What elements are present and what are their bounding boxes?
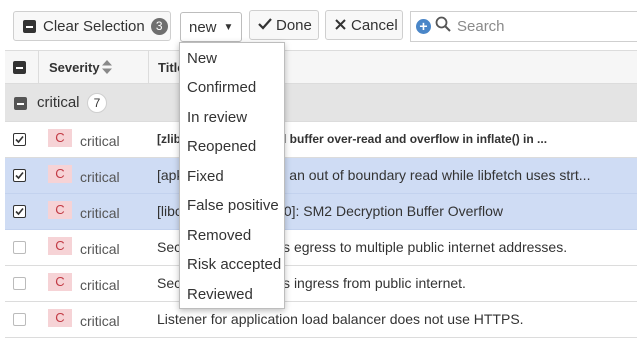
table-row[interactable]: C critical Security group allows egress … bbox=[5, 230, 637, 266]
table-row[interactable]: C critical [apk-tools 2.12.7-r0]: an out… bbox=[5, 158, 637, 194]
row-checkbox[interactable] bbox=[13, 277, 26, 290]
close-icon bbox=[335, 17, 346, 34]
collapse-group-icon[interactable] bbox=[14, 97, 27, 110]
column-divider bbox=[148, 51, 149, 83]
severity-badge: C bbox=[48, 237, 72, 255]
table-row[interactable]: C critical [libcrypto1.1 1.1.1k-r0]: SM2… bbox=[5, 194, 637, 230]
column-header-severity[interactable]: Severity bbox=[49, 60, 100, 75]
table-header-row: Severity Title bbox=[5, 50, 637, 84]
dropdown-option-new[interactable]: New bbox=[187, 50, 217, 67]
row-checkbox[interactable] bbox=[13, 241, 26, 254]
severity-text: critical bbox=[80, 277, 120, 293]
row-checkbox[interactable] bbox=[13, 169, 26, 182]
caret-down-icon: ▼ bbox=[223, 21, 234, 33]
severity-text: critical bbox=[80, 313, 120, 329]
minus-square-icon bbox=[13, 61, 26, 74]
table-row[interactable]: C critical [zlib]: zlib: heap-based buff… bbox=[5, 122, 637, 158]
search-field[interactable]: + bbox=[410, 11, 637, 42]
clear-selection-button[interactable]: Clear Selection 3 bbox=[13, 11, 171, 41]
selection-count-badge: 3 bbox=[150, 17, 168, 35]
severity-badge: C bbox=[48, 129, 72, 147]
severity-badge: C bbox=[48, 309, 72, 327]
sort-icon[interactable] bbox=[102, 60, 112, 79]
minus-square-icon bbox=[23, 19, 36, 33]
row-title[interactable]: Listener for application load balancer d… bbox=[157, 311, 629, 327]
clear-selection-label: Clear Selection bbox=[43, 17, 145, 35]
status-dropdown-menu: New Confirmed In review Reopened Fixed F… bbox=[179, 42, 285, 309]
cancel-label: Cancel bbox=[351, 16, 398, 34]
severity-badge: C bbox=[48, 273, 72, 291]
severity-badge: C bbox=[48, 201, 72, 219]
search-input[interactable] bbox=[455, 17, 629, 36]
severity-text: critical bbox=[80, 169, 120, 185]
row-checkbox[interactable] bbox=[13, 205, 26, 218]
group-row-critical[interactable]: critical 7 bbox=[5, 84, 637, 122]
dropdown-option-fixed[interactable]: Fixed bbox=[187, 168, 224, 185]
dropdown-option-confirmed[interactable]: Confirmed bbox=[187, 79, 256, 96]
group-count-badge: 7 bbox=[87, 93, 107, 113]
table-row[interactable]: C critical Listener for application load… bbox=[5, 302, 637, 338]
dropdown-option-risk-accepted[interactable]: Risk accepted bbox=[187, 256, 281, 273]
group-label: critical bbox=[37, 94, 80, 111]
row-checkbox[interactable] bbox=[13, 313, 26, 326]
add-filter-icon[interactable]: + bbox=[416, 19, 431, 34]
dropdown-option-reviewed[interactable]: Reviewed bbox=[187, 286, 253, 303]
column-divider bbox=[38, 51, 39, 83]
dropdown-option-in-review[interactable]: In review bbox=[187, 109, 247, 126]
dropdown-option-removed[interactable]: Removed bbox=[187, 227, 251, 244]
table-row[interactable]: C critical Security group allows ingress… bbox=[5, 266, 637, 302]
severity-text: critical bbox=[80, 133, 120, 149]
dropdown-option-false-positive[interactable]: False positive bbox=[187, 197, 279, 214]
status-select[interactable]: new ▼ bbox=[180, 12, 242, 42]
severity-text: critical bbox=[80, 205, 120, 221]
search-icon bbox=[435, 16, 451, 37]
cancel-button[interactable]: Cancel bbox=[325, 10, 403, 40]
select-all-checkbox[interactable] bbox=[13, 61, 26, 74]
status-select-value: new bbox=[189, 18, 217, 36]
row-checkbox[interactable] bbox=[13, 133, 26, 146]
dropdown-option-reopened[interactable]: Reopened bbox=[187, 138, 256, 155]
severity-badge: C bbox=[48, 165, 72, 183]
done-label: Done bbox=[276, 16, 312, 34]
checkmark-icon bbox=[258, 17, 272, 34]
severity-text: critical bbox=[80, 241, 120, 257]
done-button[interactable]: Done bbox=[249, 10, 319, 40]
